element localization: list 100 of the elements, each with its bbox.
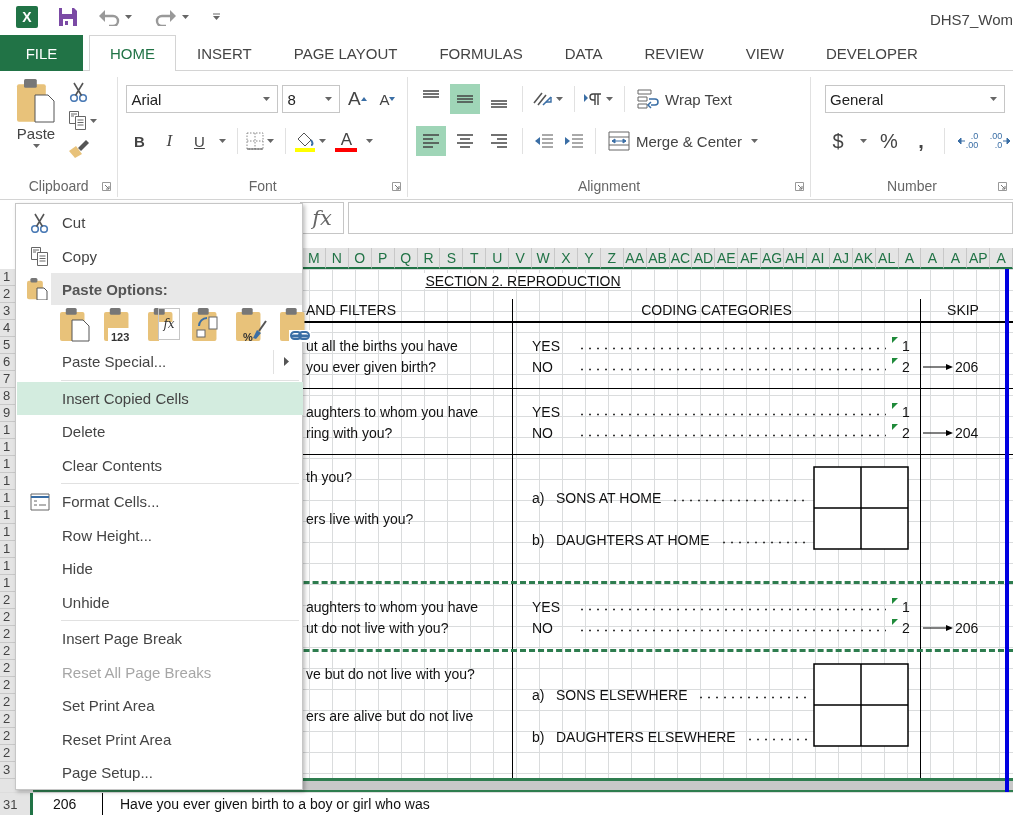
column-header[interactable]: AF (738, 248, 762, 269)
answer-letter: b) (532, 531, 546, 548)
row-header[interactable]: 31 (0, 793, 33, 815)
number-format-dropdown[interactable]: General (825, 85, 1005, 113)
copy-button[interactable] (68, 110, 100, 131)
undo-button[interactable] (98, 8, 135, 26)
column-header[interactable]: A (898, 248, 922, 269)
column-header[interactable]: Y (577, 248, 601, 269)
column-header[interactable]: AI (806, 248, 830, 269)
align-middle-button[interactable] (450, 84, 480, 114)
dialog-launcher-button[interactable] (102, 182, 112, 191)
column-header[interactable]: T (463, 248, 487, 269)
save-button[interactable] (58, 7, 78, 27)
menu-item[interactable]: Insert Page Break (17, 622, 303, 656)
formula-field[interactable] (348, 202, 1013, 234)
column-header[interactable]: AA (623, 248, 647, 269)
align-left-button[interactable] (416, 126, 446, 156)
column-header[interactable]: AJ (829, 248, 853, 269)
currency-button[interactable]: $ (825, 126, 851, 156)
column-header[interactable]: A (944, 248, 968, 269)
column-header[interactable]: Z (600, 248, 624, 269)
redo-button[interactable] (155, 8, 192, 26)
ribbon-tab[interactable]: HOME (89, 35, 176, 71)
column-header[interactable]: M (303, 248, 326, 269)
answer-letter: b) (532, 728, 546, 745)
menu-item[interactable]: Hide (17, 552, 303, 586)
menu-item[interactable]: Set Print Area (17, 689, 303, 723)
comma-style-button[interactable]: , (908, 126, 934, 156)
dialog-launcher-button[interactable] (795, 182, 804, 191)
column-header[interactable]: AK (852, 248, 876, 269)
column-header[interactable]: AP (967, 248, 991, 269)
dialog-launcher-button[interactable] (998, 182, 1007, 191)
column-header[interactable]: O (348, 248, 372, 269)
font-name-dropdown[interactable]: Arial (126, 85, 279, 113)
percent-button[interactable]: % (876, 126, 902, 156)
ribbon-tab[interactable]: VIEW (724, 35, 806, 71)
column-header[interactable]: V (509, 248, 533, 269)
menu-item[interactable]: Format Cells... (17, 485, 303, 519)
font-size-dropdown[interactable]: 8 (282, 85, 341, 113)
menu-item[interactable]: Delete (17, 415, 303, 449)
caret-icon (182, 15, 189, 19)
ribbon-tab[interactable]: PAGE LAYOUT (272, 35, 419, 71)
paste-option-button[interactable]: 123 (103, 307, 137, 343)
column-header[interactable]: AB (646, 248, 670, 269)
menu-item[interactable]: Paste Special... (17, 345, 303, 379)
underline-button[interactable]: U (186, 126, 213, 156)
column-header[interactable]: AE (715, 248, 739, 269)
wrap-text-icon (637, 89, 659, 109)
column-header[interactable]: S (440, 248, 464, 269)
caret-icon (750, 139, 758, 143)
format-cells-icon (29, 492, 50, 511)
font-color-button[interactable]: A (333, 126, 360, 156)
menu-item[interactable]: Unhide (17, 585, 303, 619)
column-header[interactable]: N (325, 248, 349, 269)
menu-item[interactable]: Insert Copied Cells (17, 381, 303, 415)
menu-item[interactable]: Cut (17, 206, 303, 240)
answer-letter: a) (532, 686, 546, 703)
error-indicator-icon (892, 358, 898, 364)
column-header[interactable]: P (371, 248, 395, 269)
column-header[interactable]: X (554, 248, 578, 269)
column-header[interactable]: U (486, 248, 510, 269)
customize-icon (212, 13, 221, 21)
ribbon-tab[interactable]: INSERT (176, 35, 273, 71)
question-text: ers are alive but do not live (305, 707, 474, 724)
column-header[interactable]: A (921, 248, 945, 269)
customize-toolbar-button[interactable] (212, 13, 221, 21)
menu-item[interactable]: Page Setup... (17, 756, 303, 790)
bold-button[interactable]: B (126, 126, 153, 156)
ribbon-tab[interactable]: DATA (543, 35, 624, 71)
shrink-font-button[interactable]: A (374, 84, 401, 114)
italic-button[interactable]: I (156, 126, 183, 156)
dialog-launcher-button[interactable] (392, 182, 401, 191)
paste-option-button[interactable]: % (235, 307, 269, 343)
column-header[interactable]: AG (761, 248, 785, 269)
file-tab[interactable]: FILE (0, 35, 83, 71)
ribbon-tab[interactable]: DEVELOPER (805, 35, 939, 71)
column-header[interactable]: W (532, 248, 555, 269)
color-bar-icon (335, 147, 358, 152)
column-header[interactable]: AH (784, 248, 807, 269)
caret-icon (219, 139, 227, 143)
wrap-text-button[interactable]: Wrap Text (633, 84, 736, 114)
column-header[interactable]: Q (394, 248, 418, 269)
paste-button[interactable]: Paste (10, 79, 62, 175)
menu-item[interactable]: Row Height... (17, 518, 303, 552)
grow-font-button[interactable]: A (344, 84, 371, 114)
column-header[interactable]: A (990, 248, 1013, 269)
down-triangle-icon (389, 97, 396, 101)
menu-item[interactable]: Copy (17, 239, 303, 273)
column-header[interactable]: AL (875, 248, 899, 269)
menu-item[interactable]: Reset Print Area (17, 722, 303, 756)
error-indicator-icon (892, 337, 898, 343)
column-header[interactable]: AC (669, 248, 693, 269)
merge-center-button[interactable]: Merge & Center (604, 126, 765, 156)
increase-decimal-button[interactable]: .0 .00 (955, 126, 981, 156)
menu-item[interactable]: Clear Contents (17, 448, 303, 482)
column-header[interactable]: R (417, 248, 441, 269)
ribbon-tab[interactable]: REVIEW (623, 35, 725, 71)
column-header[interactable]: AD (692, 248, 716, 269)
decrease-decimal-button[interactable]: .00 .0 (987, 126, 1013, 156)
ribbon-tab[interactable]: FORMULAS (418, 35, 544, 71)
